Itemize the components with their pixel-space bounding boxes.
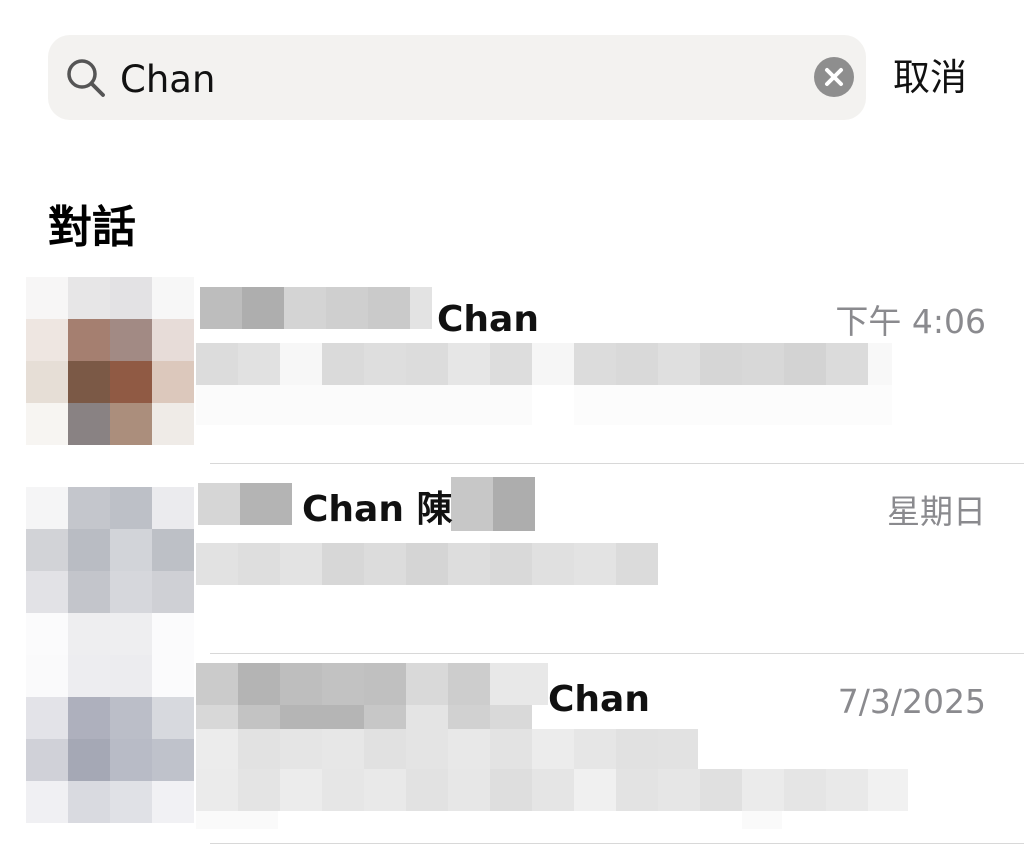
results-list: Chan 下午 4:06 Chan 陳 星期日 Chan 7/3/2025 bbox=[0, 0, 1024, 846]
divider bbox=[210, 463, 1024, 464]
conversation-name: Chan 陳 bbox=[302, 489, 453, 530]
conversation-time: 下午 4:06 bbox=[835, 302, 986, 341]
conversation-name: Chan bbox=[548, 679, 650, 720]
conversation-time: 星期日 bbox=[887, 492, 986, 531]
list-item[interactable]: Chan 7/3/2025 bbox=[0, 655, 1024, 844]
conversation-time: 7/3/2025 bbox=[837, 682, 986, 721]
divider bbox=[210, 653, 1024, 654]
conversation-name: Chan bbox=[437, 299, 539, 340]
list-item[interactable]: Chan 下午 4:06 bbox=[0, 275, 1024, 464]
list-item[interactable]: Chan 陳 星期日 bbox=[0, 465, 1024, 655]
divider bbox=[210, 843, 1024, 844]
